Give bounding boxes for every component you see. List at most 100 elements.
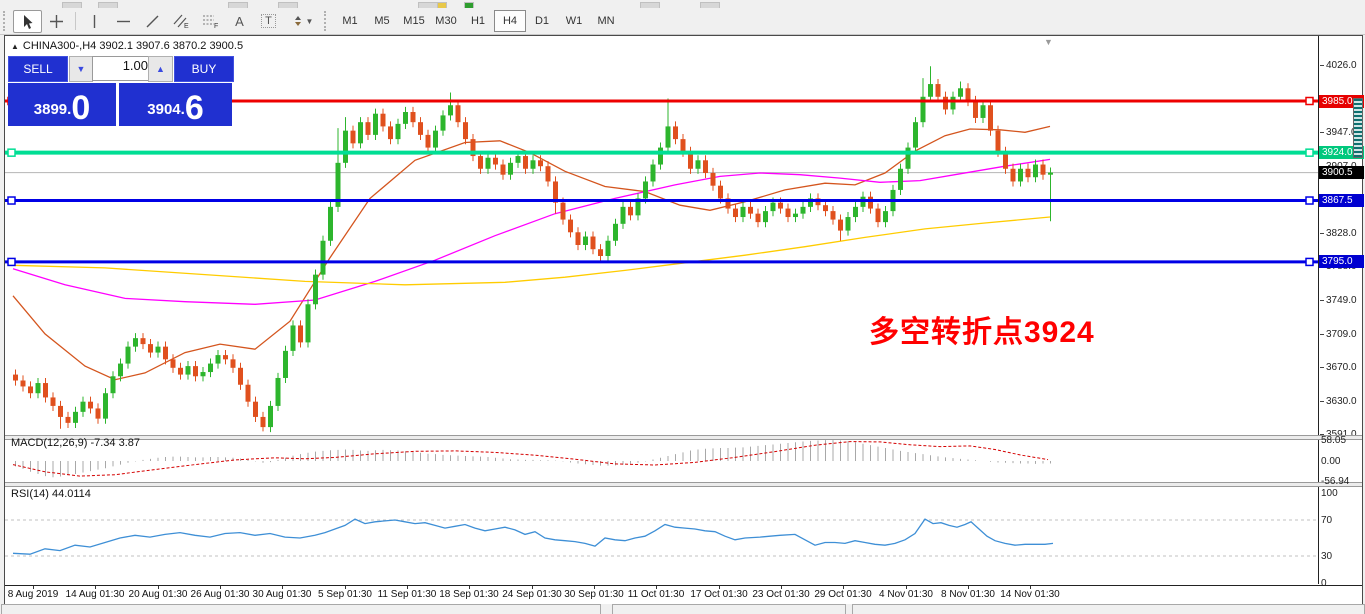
- line-handle[interactable]: [1306, 258, 1313, 265]
- text-tool-button[interactable]: A: [225, 10, 254, 33]
- timeframe-button-D1[interactable]: D1: [526, 10, 558, 32]
- timeframe-button-W1[interactable]: W1: [558, 10, 590, 32]
- pane-separator[interactable]: [5, 482, 1362, 487]
- price-tick-4026.0: 4026.0: [1320, 60, 1357, 71]
- crosshair-tool-button[interactable]: [42, 10, 71, 33]
- cursor-tool-button[interactable]: [13, 10, 42, 33]
- candle-body: [913, 122, 918, 147]
- time-label: 17 Oct 01:30: [690, 589, 747, 600]
- toolbar-grip[interactable]: [324, 11, 331, 31]
- time-label: 8 Nov 01:30: [941, 589, 995, 600]
- line-handle[interactable]: [8, 197, 15, 204]
- candle-body: [561, 203, 566, 220]
- volume-input[interactable]: 1.00: [92, 56, 153, 81]
- candle-body: [973, 101, 978, 118]
- candle-body: [621, 207, 626, 224]
- candle-body: [508, 163, 513, 175]
- candle-body: [253, 402, 258, 417]
- text-label-tool-button[interactable]: T: [254, 10, 283, 33]
- candle-body: [433, 131, 438, 148]
- status-segment: [612, 604, 846, 614]
- candle-body: [486, 158, 491, 169]
- horizontal-line-tool-button[interactable]: [109, 10, 138, 33]
- candle-body: [516, 156, 521, 163]
- time-label: 23 Oct 01:30: [752, 589, 809, 600]
- vertical-line-icon: [87, 14, 102, 29]
- vertical-line-tool-button[interactable]: [80, 10, 109, 33]
- scrollbar-thumb[interactable]: [1353, 98, 1363, 158]
- line-handle[interactable]: [1306, 98, 1313, 105]
- ma-slow-line[interactable]: [13, 217, 1050, 285]
- candle-body: [261, 417, 266, 427]
- time-label: 18 Sep 01:30: [439, 589, 499, 600]
- fibonacci-tool-button[interactable]: F: [196, 10, 225, 33]
- candle-body: [771, 203, 776, 211]
- macd-axis-0.00: 0.00: [1321, 456, 1340, 467]
- time-label: 24 Sep 01:30: [502, 589, 562, 600]
- text-label-icon: T: [261, 14, 276, 28]
- candle-body: [823, 205, 828, 211]
- arrows-tool-button[interactable]: ▼: [283, 10, 321, 33]
- candle-body: [448, 105, 453, 115]
- macd-axis--56.94: -56.94: [1321, 476, 1349, 487]
- buy-button[interactable]: BUY: [174, 56, 234, 82]
- line-handle[interactable]: [8, 258, 15, 265]
- candle-body: [1011, 169, 1016, 182]
- price-tag-3795.0: 3795.0: [1319, 255, 1364, 268]
- timeframe-button-MN[interactable]: MN: [590, 10, 622, 32]
- ma-mid-line[interactable]: [13, 159, 1050, 304]
- timeframe-button-H1[interactable]: H1: [462, 10, 494, 32]
- candle-body: [246, 385, 251, 402]
- candle-body: [951, 97, 956, 110]
- timeframe-button-H4[interactable]: H4: [494, 10, 526, 32]
- candle-body: [231, 359, 236, 367]
- timeframe-button-M30[interactable]: M30: [430, 10, 462, 32]
- drawing-toolbar: E F A T ▼ M1M5M15M30H1H4D1W1MN: [0, 8, 1365, 35]
- line-handle[interactable]: [1306, 149, 1313, 156]
- candle-body: [133, 338, 138, 346]
- chart-shift-icon[interactable]: ▼: [1044, 37, 1053, 47]
- candle-body: [403, 112, 408, 124]
- candle-body: [418, 122, 423, 135]
- candle-body: [966, 88, 971, 101]
- candle-body: [943, 97, 948, 110]
- time-label: 8 Aug 2019: [8, 589, 59, 600]
- timeframe-button-M15[interactable]: M15: [398, 10, 430, 32]
- candle-body: [36, 383, 41, 393]
- volume-increase-button[interactable]: ▲: [148, 56, 173, 82]
- status-segment: [1, 604, 601, 614]
- timeframe-button-M1[interactable]: M1: [334, 10, 366, 32]
- candle-body: [598, 249, 603, 256]
- candle-body: [658, 148, 663, 165]
- candle-body: [763, 211, 768, 222]
- symbol-collapse-icon[interactable]: ▲: [11, 42, 19, 51]
- candle-body: [1048, 173, 1053, 175]
- line-handle[interactable]: [8, 149, 15, 156]
- rsi-axis-100: 100: [1321, 488, 1338, 499]
- candle-body: [1018, 169, 1023, 182]
- chart-text-annotation[interactable]: 多空转折点3924: [869, 307, 1095, 351]
- candle-body: [478, 156, 483, 169]
- line-handle[interactable]: [1306, 197, 1313, 204]
- time-label: 29 Oct 01:30: [814, 589, 871, 600]
- pane-separator[interactable]: [5, 435, 1362, 440]
- time-axis[interactable]: 8 Aug 201914 Aug 01:3020 Aug 01:3026 Aug…: [5, 585, 1362, 604]
- candle-body: [696, 160, 701, 168]
- candle-body: [576, 232, 581, 245]
- candle-body: [178, 368, 183, 375]
- timeframe-button-M5[interactable]: M5: [366, 10, 398, 32]
- candle-body: [628, 207, 633, 215]
- trendline-tool-button[interactable]: [138, 10, 167, 33]
- toolbar-grip[interactable]: [3, 11, 10, 31]
- buy-price-display[interactable]: 3904.6: [119, 83, 232, 126]
- volume-decrease-button[interactable]: ▼: [69, 56, 93, 82]
- candle-body: [43, 383, 48, 397]
- candle-body: [186, 366, 191, 374]
- candle-body: [126, 347, 131, 364]
- equidistant-channel-tool-button[interactable]: E: [167, 10, 196, 33]
- sell-button[interactable]: SELL: [8, 56, 68, 82]
- sell-price-display[interactable]: 3899.0: [8, 83, 116, 126]
- chart-window: ▲CHINA300-,H4 3902.1 3907.6 3870.2 3900.…: [4, 35, 1363, 606]
- candle-body: [523, 156, 528, 169]
- candle-body: [328, 207, 333, 241]
